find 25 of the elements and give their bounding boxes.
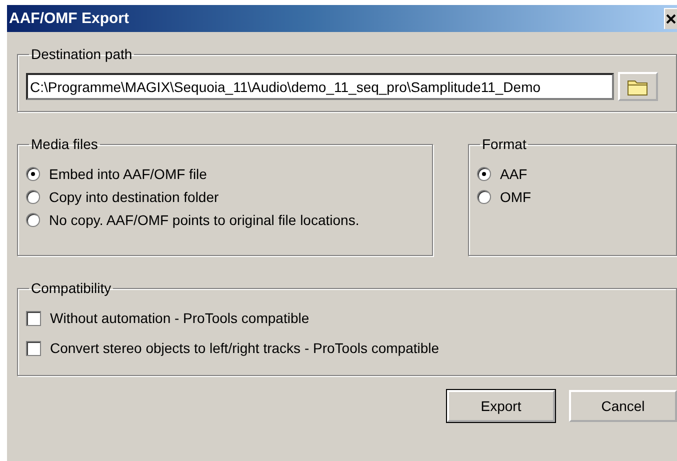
radio-button[interactable] [477, 190, 491, 204]
radio-button[interactable] [26, 167, 40, 181]
checkbox[interactable] [26, 310, 41, 326]
checkbox-option[interactable]: Convert stereo objects to left/right tracks - ProTools compatible [26, 340, 668, 356]
group-label: Compatibility [30, 280, 112, 296]
radio-button[interactable] [477, 167, 491, 181]
group-label: Media files [30, 136, 99, 152]
checkbox[interactable] [26, 340, 41, 356]
folder-icon [627, 78, 649, 96]
radio-option[interactable]: Embed into AAF/OMF file [26, 166, 424, 182]
radio-option[interactable]: AAF [477, 166, 668, 182]
dialog-button[interactable]: Cancel [569, 390, 677, 422]
radio-button[interactable] [26, 190, 40, 204]
path-field[interactable]: C:\Programme\MAGIX\Sequoia_11\Audio\demo_11_seq_pro\Samplitude11_Demo [26, 73, 614, 100]
group-label: Destination path [30, 46, 134, 62]
close-button[interactable] [664, 8, 677, 29]
checkbox-option[interactable]: Without automation - ProTools compatible [26, 310, 668, 326]
radio-button[interactable] [26, 213, 40, 227]
window-title: AAF/OMF Export [8, 10, 129, 27]
radio-option[interactable]: Copy into destination folder [26, 189, 424, 205]
group-label: Format [481, 136, 528, 152]
browse-button[interactable] [618, 72, 658, 101]
radio-option[interactable]: No copy. AAF/OMF points to original file locations. [26, 212, 424, 228]
radio-option[interactable]: OMF [477, 189, 668, 205]
dialog-button[interactable]: Export [447, 390, 555, 422]
